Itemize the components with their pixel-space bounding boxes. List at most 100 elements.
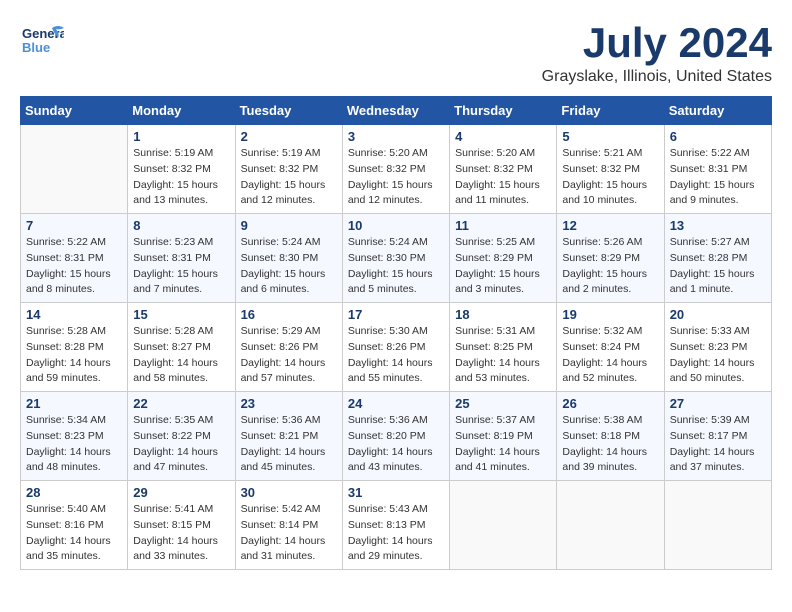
day-info: Sunrise: 5:41 AMSunset: 8:15 PMDaylight:… [133, 502, 229, 565]
day-number: 4 [455, 129, 551, 144]
page-header: General Blue July 2024 Grayslake, Illino… [20, 20, 772, 86]
calendar-week-row: 28 Sunrise: 5:40 AMSunset: 8:16 PMDayligh… [21, 481, 772, 570]
day-number: 19 [562, 307, 658, 322]
day-info: Sunrise: 5:25 AMSunset: 8:29 PMDaylight:… [455, 235, 551, 298]
calendar-cell: 24 Sunrise: 5:36 AMSunset: 8:20 PMDayligh… [342, 392, 449, 481]
calendar-cell: 26 Sunrise: 5:38 AMSunset: 8:18 PMDayligh… [557, 392, 664, 481]
location: Grayslake, Illinois, United States [542, 68, 772, 86]
day-number: 30 [241, 485, 337, 500]
calendar-week-row: 21 Sunrise: 5:34 AMSunset: 8:23 PMDayligh… [21, 392, 772, 481]
day-number: 26 [562, 396, 658, 411]
day-info: Sunrise: 5:32 AMSunset: 8:24 PMDaylight:… [562, 324, 658, 387]
day-number: 11 [455, 218, 551, 233]
day-header-monday: Monday [128, 97, 235, 125]
day-info: Sunrise: 5:34 AMSunset: 8:23 PMDaylight:… [26, 413, 122, 476]
day-info: Sunrise: 5:36 AMSunset: 8:20 PMDaylight:… [348, 413, 444, 476]
day-number: 21 [26, 396, 122, 411]
calendar-cell: 27 Sunrise: 5:39 AMSunset: 8:17 PMDayligh… [664, 392, 771, 481]
calendar-cell: 20 Sunrise: 5:33 AMSunset: 8:23 PMDayligh… [664, 303, 771, 392]
day-number: 16 [241, 307, 337, 322]
calendar-cell: 16 Sunrise: 5:29 AMSunset: 8:26 PMDayligh… [235, 303, 342, 392]
calendar-cell: 9Sunrise: 5:24 AMSunset: 8:30 PMDaylight… [235, 214, 342, 303]
day-info: Sunrise: 5:24 AMSunset: 8:30 PMDaylight:… [241, 235, 337, 298]
calendar-cell: 17Sunrise: 5:30 AMSunset: 8:26 PMDayligh… [342, 303, 449, 392]
day-info: Sunrise: 5:22 AMSunset: 8:31 PMDaylight:… [670, 146, 766, 209]
day-header-wednesday: Wednesday [342, 97, 449, 125]
day-number: 28 [26, 485, 122, 500]
calendar-cell: 8 Sunrise: 5:23 AMSunset: 8:31 PMDaylight… [128, 214, 235, 303]
day-number: 5 [562, 129, 658, 144]
day-number: 3 [348, 129, 444, 144]
day-number: 18 [455, 307, 551, 322]
calendar-cell: 4 Sunrise: 5:20 AMSunset: 8:32 PMDaylight… [450, 125, 557, 214]
day-number: 12 [562, 218, 658, 233]
calendar-cell: 12Sunrise: 5:26 AMSunset: 8:29 PMDayligh… [557, 214, 664, 303]
day-header-tuesday: Tuesday [235, 97, 342, 125]
day-info: Sunrise: 5:20 AMSunset: 8:32 PMDaylight:… [348, 146, 444, 209]
day-info: Sunrise: 5:27 AMSunset: 8:28 PMDaylight:… [670, 235, 766, 298]
calendar-cell: 30Sunrise: 5:42 AMSunset: 8:14 PMDayligh… [235, 481, 342, 570]
day-number: 14 [26, 307, 122, 322]
day-number: 20 [670, 307, 766, 322]
day-number: 8 [133, 218, 229, 233]
day-info: Sunrise: 5:23 AMSunset: 8:31 PMDaylight:… [133, 235, 229, 298]
calendar-cell: 5 Sunrise: 5:21 AMSunset: 8:32 PMDaylight… [557, 125, 664, 214]
day-number: 25 [455, 396, 551, 411]
day-number: 24 [348, 396, 444, 411]
calendar-cell: 18Sunrise: 5:31 AMSunset: 8:25 PMDayligh… [450, 303, 557, 392]
logo-icon: General Blue [20, 20, 64, 60]
day-number: 7 [26, 218, 122, 233]
calendar-cell [21, 125, 128, 214]
day-number: 13 [670, 218, 766, 233]
day-info: Sunrise: 5:36 AMSunset: 8:21 PMDaylight:… [241, 413, 337, 476]
day-header-sunday: Sunday [21, 97, 128, 125]
calendar-cell [557, 481, 664, 570]
calendar-cell: 6 Sunrise: 5:22 AMSunset: 8:31 PMDaylight… [664, 125, 771, 214]
calendar-cell: 31Sunrise: 5:43 AMSunset: 8:13 PMDayligh… [342, 481, 449, 570]
day-info: Sunrise: 5:38 AMSunset: 8:18 PMDaylight:… [562, 413, 658, 476]
calendar-cell: 23Sunrise: 5:36 AMSunset: 8:21 PMDayligh… [235, 392, 342, 481]
day-info: Sunrise: 5:40 AMSunset: 8:16 PMDaylight:… [26, 502, 122, 565]
calendar-cell: 29 Sunrise: 5:41 AMSunset: 8:15 PMDayligh… [128, 481, 235, 570]
day-info: Sunrise: 5:28 AMSunset: 8:27 PMDaylight:… [133, 324, 229, 387]
day-info: Sunrise: 5:21 AMSunset: 8:32 PMDaylight:… [562, 146, 658, 209]
calendar-cell: 19 Sunrise: 5:32 AMSunset: 8:24 PMDayligh… [557, 303, 664, 392]
day-info: Sunrise: 5:29 AMSunset: 8:26 PMDaylight:… [241, 324, 337, 387]
calendar-cell: 14 Sunrise: 5:28 AMSunset: 8:28 PMDayligh… [21, 303, 128, 392]
day-number: 6 [670, 129, 766, 144]
day-info: Sunrise: 5:37 AMSunset: 8:19 PMDaylight:… [455, 413, 551, 476]
day-info: Sunrise: 5:20 AMSunset: 8:32 PMDaylight:… [455, 146, 551, 209]
day-number: 10 [348, 218, 444, 233]
calendar-cell [664, 481, 771, 570]
day-info: Sunrise: 5:33 AMSunset: 8:23 PMDaylight:… [670, 324, 766, 387]
day-info: Sunrise: 5:19 AMSunset: 8:32 PMDaylight:… [133, 146, 229, 209]
calendar-cell: 21 Sunrise: 5:34 AMSunset: 8:23 PMDayligh… [21, 392, 128, 481]
calendar-cell: 28 Sunrise: 5:40 AMSunset: 8:16 PMDayligh… [21, 481, 128, 570]
calendar-week-row: 1 Sunrise: 5:19 AMSunset: 8:32 PMDaylight… [21, 125, 772, 214]
day-number: 2 [241, 129, 337, 144]
title-section: July 2024 Grayslake, Illinois, United St… [542, 20, 772, 86]
calendar-cell: 10Sunrise: 5:24 AMSunset: 8:30 PMDayligh… [342, 214, 449, 303]
day-header-thursday: Thursday [450, 97, 557, 125]
calendar-cell: 25 Sunrise: 5:37 AMSunset: 8:19 PMDayligh… [450, 392, 557, 481]
day-number: 29 [133, 485, 229, 500]
calendar-week-row: 14 Sunrise: 5:28 AMSunset: 8:28 PMDayligh… [21, 303, 772, 392]
day-number: 1 [133, 129, 229, 144]
calendar-cell: 3 Sunrise: 5:20 AMSunset: 8:32 PMDaylight… [342, 125, 449, 214]
day-number: 27 [670, 396, 766, 411]
day-info: Sunrise: 5:39 AMSunset: 8:17 PMDaylight:… [670, 413, 766, 476]
day-info: Sunrise: 5:30 AMSunset: 8:26 PMDaylight:… [348, 324, 444, 387]
day-info: Sunrise: 5:28 AMSunset: 8:28 PMDaylight:… [26, 324, 122, 387]
calendar-header-row: SundayMondayTuesdayWednesdayThursdayFrid… [21, 97, 772, 125]
month-title: July 2024 [542, 20, 772, 66]
day-number: 15 [133, 307, 229, 322]
calendar-week-row: 7 Sunrise: 5:22 AMSunset: 8:31 PMDaylight… [21, 214, 772, 303]
day-info: Sunrise: 5:35 AMSunset: 8:22 PMDaylight:… [133, 413, 229, 476]
day-info: Sunrise: 5:43 AMSunset: 8:13 PMDaylight:… [348, 502, 444, 565]
calendar-cell: 11 Sunrise: 5:25 AMSunset: 8:29 PMDayligh… [450, 214, 557, 303]
day-number: 22 [133, 396, 229, 411]
calendar-cell: 15 Sunrise: 5:28 AMSunset: 8:27 PMDayligh… [128, 303, 235, 392]
calendar-cell: 2Sunrise: 5:19 AMSunset: 8:32 PMDaylight… [235, 125, 342, 214]
calendar-cell: 7 Sunrise: 5:22 AMSunset: 8:31 PMDaylight… [21, 214, 128, 303]
day-info: Sunrise: 5:22 AMSunset: 8:31 PMDaylight:… [26, 235, 122, 298]
